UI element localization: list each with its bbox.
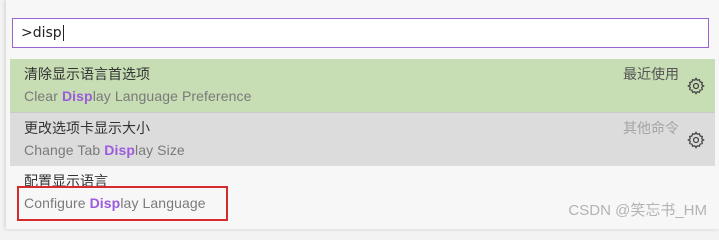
command-subtitle: Change Tab Display Size <box>24 142 185 158</box>
group-label-recently-used: 最近使用 <box>623 67 679 83</box>
command-subtitle: Clear Display Language Preference <box>24 88 252 104</box>
annotation-highlight-box <box>17 186 228 221</box>
watermark: CSDN @笑忘书_HM <box>568 202 707 219</box>
command-title: 清除显示语言首选项 <box>24 67 150 83</box>
match-highlight: Disp <box>104 142 135 158</box>
command-query: disp <box>32 25 62 41</box>
command-title: 更改选项卡显示大小 <box>24 121 150 137</box>
match-highlight: Disp <box>61 88 93 104</box>
gear-icon[interactable] <box>687 131 705 149</box>
command-item-clear-display-language[interactable]: 清除显示语言首选项 Clear Display Language Prefere… <box>10 59 715 112</box>
command-search-input[interactable]: > disp <box>12 18 709 48</box>
gear-icon[interactable] <box>687 77 705 95</box>
text-cursor <box>62 25 64 41</box>
group-label-other-commands: 其他命令 <box>623 121 679 137</box>
command-item-change-tab-display-size[interactable]: 更改选项卡显示大小 Change Tab Display Size 其他命令 <box>10 112 715 166</box>
command-prefix: > <box>21 25 33 41</box>
